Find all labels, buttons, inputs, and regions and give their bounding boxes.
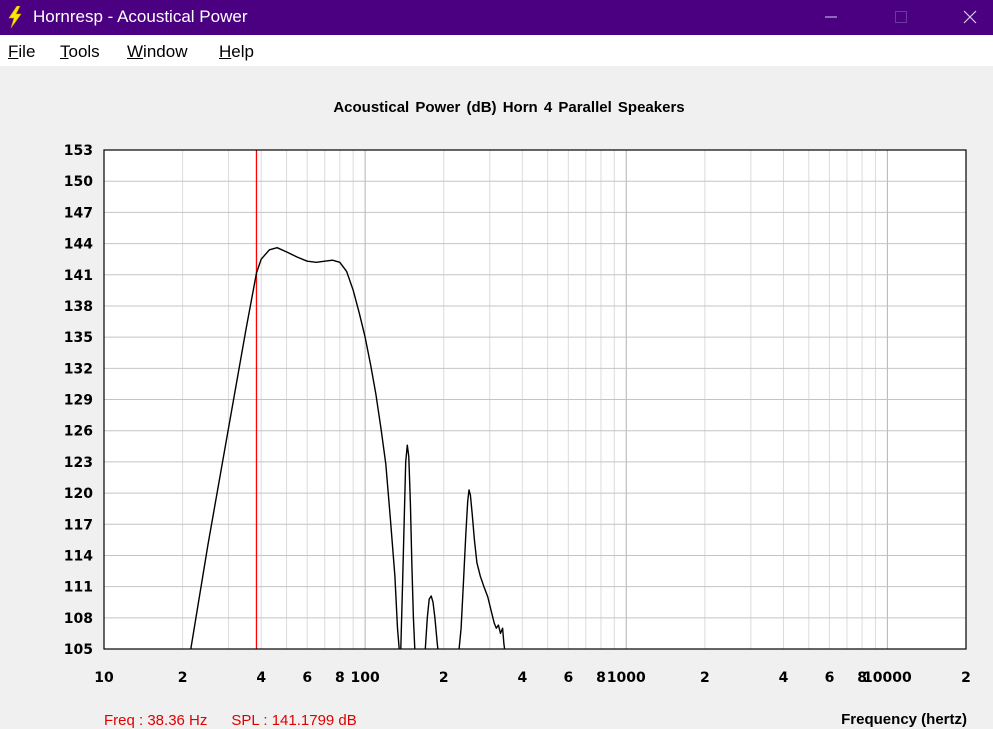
y-tick-label: 153	[64, 143, 93, 159]
x-tick-label: 2	[439, 670, 449, 686]
x-tick-label: 10	[94, 670, 114, 686]
x-tick-label: 6	[563, 670, 573, 686]
x-tick-label: 6	[825, 670, 835, 686]
cursor-frequency: Freq : 38.36 Hz	[104, 712, 208, 729]
x-tick-label: 2	[961, 670, 971, 686]
y-tick-label: 132	[64, 361, 93, 377]
y-tick-label: 135	[64, 330, 93, 346]
y-tick-label: 105	[64, 642, 93, 658]
x-tick-label: 4	[779, 670, 789, 686]
y-tick-label: 147	[64, 205, 93, 221]
x-tick-label: 2	[178, 670, 188, 686]
cursor-readout: Freq : 38.36 Hz SPL : 141.1799 dB	[104, 712, 381, 729]
y-tick-label: 111	[64, 580, 93, 596]
y-tick-label: 150	[64, 174, 93, 190]
x-tick-label: 4	[256, 670, 266, 686]
y-tick-label: 123	[64, 455, 93, 471]
y-tick-label: 114	[64, 548, 93, 564]
y-tick-label: 138	[64, 299, 93, 315]
y-tick-label: 141	[64, 268, 93, 284]
x-tick-label: 100	[351, 670, 380, 686]
x-tick-label: 1000	[607, 670, 646, 686]
y-tick-label: 108	[64, 611, 93, 627]
x-axis-label: Frequency (hertz)	[841, 711, 967, 728]
x-tick-label: 6	[302, 670, 312, 686]
acoustical-power-plot[interactable]: 153 150 147 144 141 138 135 132 129 126 123 120 117 1…	[0, 0, 993, 729]
y-tick-label: 144	[64, 237, 93, 253]
y-tick-label: 129	[64, 393, 93, 409]
x-tick-label: 10000	[863, 670, 912, 686]
x-tick-label: 8	[596, 670, 606, 686]
y-tick-label: 117	[64, 517, 93, 533]
y-tick-label: 120	[64, 486, 93, 502]
y-tick-label: 126	[64, 424, 93, 440]
x-tick-label: 8	[335, 670, 345, 686]
x-tick-label: 2	[700, 670, 710, 686]
x-tick-label: 4	[517, 670, 527, 686]
cursor-spl: SPL : 141.1799 dB	[231, 712, 357, 729]
